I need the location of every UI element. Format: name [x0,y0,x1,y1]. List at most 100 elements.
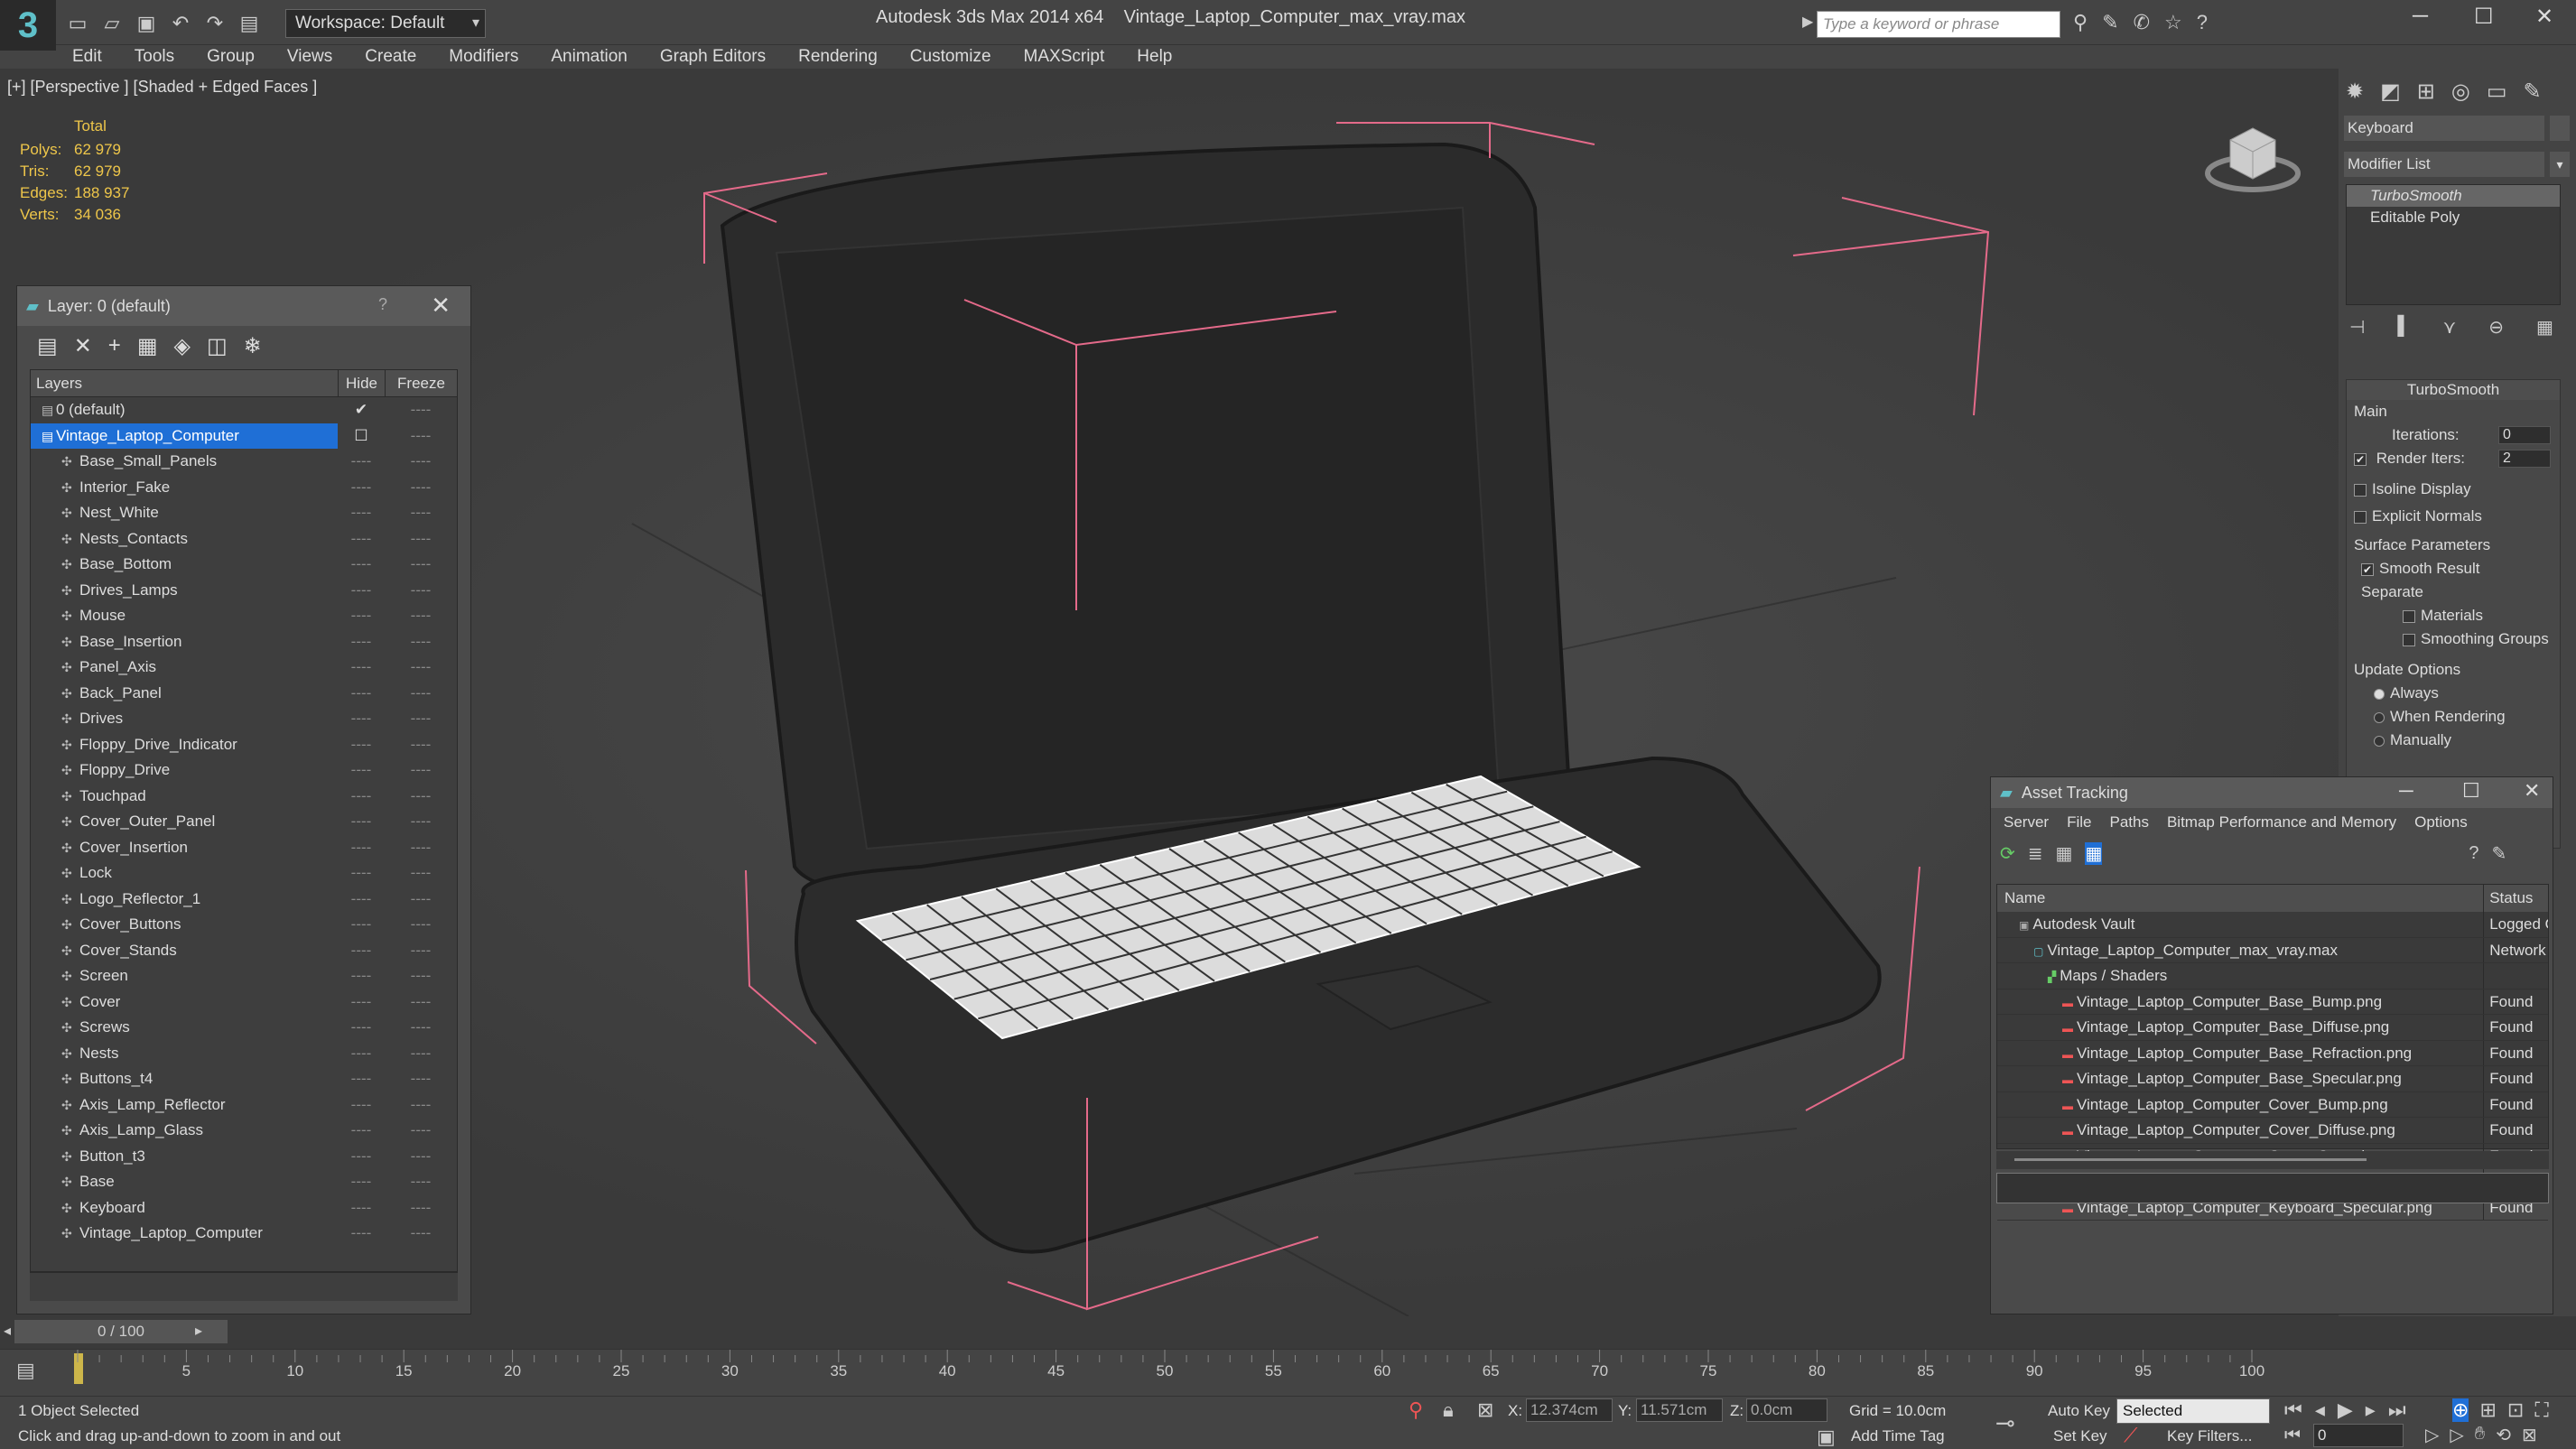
freeze-toggle[interactable]: ---- [385,603,457,629]
open-file-icon[interactable]: ▱ [99,11,125,36]
col-layers[interactable]: Layers [31,370,338,396]
layer-object-row[interactable]: ✣ Axis_Lamp_Reflector ---- ---- [31,1092,457,1119]
render-iters-checkbox[interactable]: ✔ [2354,452,2367,466]
menu-maxscript[interactable]: MAXScript [1008,45,1121,69]
hide-toggle[interactable]: ---- [338,912,385,938]
hide-toggle[interactable]: ---- [338,629,385,655]
asset-menu-server[interactable]: Server [1995,808,2058,837]
add-to-layer-icon[interactable]: + [108,333,121,358]
layer-object-row[interactable]: ✣ Screen ---- ---- [31,963,457,989]
layer-object-row[interactable]: ✣ Button_t3 ---- ---- [31,1144,457,1170]
next-frame-icon[interactable]: ▸ [2366,1398,2376,1422]
layer-object-row[interactable]: ✣ Vintage_Laptop_Computer ---- ---- [31,1221,457,1247]
menu-rendering[interactable]: Rendering [782,45,894,69]
menu-graph-editors[interactable]: Graph Editors [644,45,782,69]
pan-view-icon[interactable]: ✋︎ [2475,1424,2485,1446]
hide-toggle[interactable]: ---- [338,1092,385,1119]
asset-menu-bitmap-performance-and-memory[interactable]: Bitmap Performance and Memory [2158,808,2405,837]
object-name-field[interactable]: Keyboard [2344,116,2544,141]
hide-toggle[interactable]: ---- [338,526,385,553]
layer-object-row[interactable]: ✣ Back_Panel ---- ---- [31,681,457,707]
freeze-toggle[interactable]: ---- [385,989,457,1016]
asset-row[interactable]: ▢ Vintage_Laptop_Computer_max_vray.max Net… [1997,937,2548,963]
when-rendering-radio[interactable] [2374,711,2385,723]
layer-object-row[interactable]: ✣ Interior_Fake ---- ---- [31,475,457,501]
always-row[interactable]: Always [2347,682,2560,705]
layer-object-row[interactable]: ✣ Base_Small_Panels ---- ---- [31,449,457,475]
layer-object-row[interactable]: ✣ Mouse ---- ---- [31,603,457,629]
layer-object-row[interactable]: ✣ Screws ---- ---- [31,1015,457,1041]
hide-toggle[interactable]: ---- [338,1169,385,1195]
remove-modifier-icon[interactable]: ⊖ [2488,316,2504,339]
menu-animation[interactable]: Animation [535,45,644,69]
list-view-icon[interactable]: ≣ [2028,842,2043,865]
freeze-toggle[interactable]: ---- [385,860,457,887]
hide-all-icon[interactable]: ◫ [207,333,228,359]
key-icon[interactable]: ⊸ [1995,1409,2015,1437]
layer-object-row[interactable]: ✣ Axis_Lamp_Glass ---- ---- [31,1118,457,1144]
materials-row[interactable]: Materials [2347,604,2560,627]
chevron-down-icon[interactable]: ▾ [2550,152,2570,177]
modifier-stack-item[interactable]: Editable Poly [2347,207,2560,228]
layer-object-row[interactable]: ✣ Drives_Lamps ---- ---- [31,578,457,604]
freeze-toggle[interactable]: ---- [385,629,457,655]
key-filters-button[interactable]: Key Filters... [2167,1427,2252,1445]
hide-toggle[interactable]: ---- [338,475,385,501]
manually-radio[interactable] [2374,735,2385,747]
freeze-toggle[interactable]: ---- [385,1066,457,1092]
help-icon[interactable]: ? [2197,11,2208,34]
layer-object-row[interactable]: ✣ Cover_Stands ---- ---- [31,938,457,964]
hide-toggle[interactable]: ---- [338,1195,385,1221]
hide-toggle[interactable]: ---- [338,809,385,835]
hide-toggle[interactable]: ---- [338,989,385,1016]
freeze-toggle[interactable]: ---- [385,1118,457,1144]
layer-object-row[interactable]: ✣ Cover_Buttons ---- ---- [31,912,457,938]
hide-toggle[interactable]: ---- [338,706,385,732]
hide-toggle[interactable]: ---- [338,578,385,604]
hide-toggle[interactable]: ☐ [338,423,385,450]
menu-group[interactable]: Group [191,45,271,69]
zoom-extents-icon[interactable]: ⊡ [2507,1398,2524,1422]
rollout-title[interactable]: TurboSmooth [2347,380,2560,400]
layer-object-row[interactable]: ✣ Nests ---- ---- [31,1041,457,1067]
hide-toggle[interactable]: ---- [338,1144,385,1170]
hide-toggle[interactable]: ---- [338,835,385,861]
explicit-normals-row[interactable]: Explicit Normals [2347,505,2560,528]
menu-modifiers[interactable]: Modifiers [432,45,535,69]
new-file-icon[interactable]: ▭ [65,11,90,36]
freeze-toggle[interactable]: ---- [385,835,457,861]
utilities-tab-icon[interactable]: ✎ [2524,79,2542,105]
workspace-dropdown[interactable]: Workspace: Default [285,9,486,38]
freeze-toggle[interactable]: ---- [385,1041,457,1067]
field-of-view-icon[interactable]: ▷ [2450,1424,2463,1446]
isolate-icon[interactable]: ⚲ [1409,1398,1423,1422]
freeze-toggle[interactable]: ---- [385,732,457,758]
freeze-toggle[interactable]: ---- [385,449,457,475]
asset-row[interactable]: ▬ Vintage_Laptop_Computer_Base_Specular.p… [1997,1066,2548,1092]
maximize-icon[interactable]: ☐ [2474,4,2494,30]
set-key-button[interactable]: Set Key [2053,1427,2107,1445]
hide-toggle[interactable]: ---- [338,887,385,913]
hide-toggle[interactable]: ---- [338,1015,385,1041]
materials-checkbox[interactable] [2403,609,2415,623]
hide-toggle[interactable]: ---- [338,449,385,475]
track-bar[interactable]: ▤ 5 10 15 20 25 30 35 40 45 50 55 60 65 70 75 80 85 90 95 1… [0,1349,2576,1396]
pin-stack-icon[interactable]: ⊣ [2349,316,2365,339]
object-color-swatch[interactable] [2550,116,2570,141]
freeze-toggle[interactable]: ---- [385,1195,457,1221]
absolute-mode-icon[interactable]: ⊠ [1477,1398,1493,1422]
hide-toggle[interactable]: ---- [338,784,385,810]
asset-menu-file[interactable]: File [2058,808,2100,837]
asset-row[interactable]: ▬ Vintage_Laptop_Computer_Cover_Bump.png F… [1997,1091,2548,1118]
freeze-toggle[interactable]: ---- [385,578,457,604]
layer-object-row[interactable]: ✣ Nests_Contacts ---- ---- [31,526,457,553]
asset-row[interactable]: ▬ Vintage_Laptop_Computer_Base_Diffuse.pn… [1997,1015,2548,1041]
horizontal-scrollbar[interactable] [30,1272,458,1301]
layer-object-row[interactable]: ✣ Nest_White ---- ---- [31,500,457,526]
layer-object-row[interactable]: ✣ Buttons_t4 ---- ---- [31,1066,457,1092]
zoom-icon[interactable]: ⊕ [2452,1398,2469,1422]
minimize-icon[interactable]: ─ [2399,779,2413,803]
freeze-toggle[interactable]: ---- [385,1092,457,1119]
render-iters-spinner[interactable]: 2 [2498,450,2551,468]
freeze-toggle[interactable]: ---- [385,397,457,423]
